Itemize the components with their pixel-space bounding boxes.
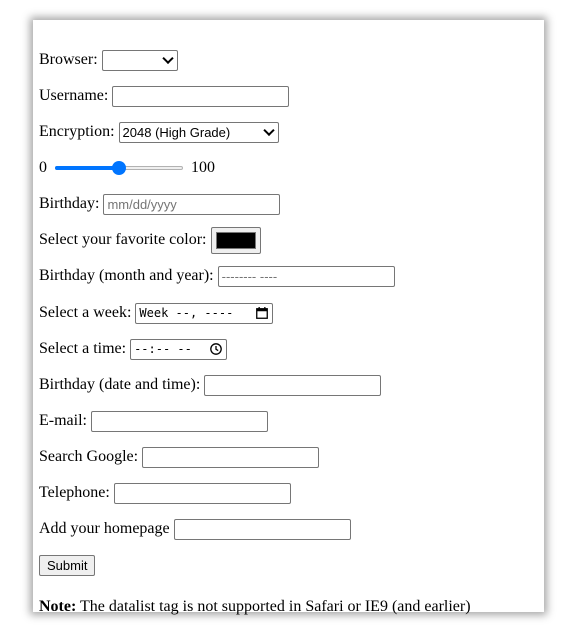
homepage-input[interactable]: [173, 518, 351, 540]
month-row: Birthday (month and year): -------- ----: [39, 264, 395, 288]
browser-select[interactable]: [101, 49, 178, 71]
homepage-label: Add your homepage: [39, 520, 170, 537]
month-input[interactable]: -------- ----: [217, 265, 395, 287]
encryption-select[interactable]: 2048 (High Grade): [118, 121, 279, 143]
color-swatch: [215, 231, 256, 249]
range-slider[interactable]: [55, 160, 183, 176]
slider-thumb[interactable]: [112, 161, 126, 175]
week-placeholder: Week --, ----: [139, 306, 234, 320]
slider-fill: [55, 166, 119, 170]
browser-label: Browser:: [39, 51, 98, 68]
telephone-input[interactable]: [113, 482, 291, 504]
color-label: Select your favorite color:: [39, 231, 207, 248]
submit-row: Submit: [39, 553, 96, 577]
time-input[interactable]: --:-- --: [130, 338, 228, 360]
datetime-input[interactable]: [204, 374, 382, 396]
username-row: Username:: [39, 84, 290, 108]
encryption-row: Encryption: 2048 (High Grade): [39, 120, 279, 144]
homepage-row: Add your homepage: [39, 517, 351, 541]
range-row: 0 100: [39, 156, 215, 180]
username-input[interactable]: [112, 85, 290, 107]
time-row: Select a time: --:-- --: [39, 337, 228, 361]
clock-icon[interactable]: [210, 343, 222, 355]
encryption-label: Encryption:: [39, 123, 115, 140]
chevron-down-icon: [262, 124, 275, 137]
encryption-select-value: 2048 (High Grade): [122, 124, 231, 140]
month-label: Birthday (month and year):: [39, 267, 214, 284]
note-bold-label: Note:: [39, 598, 77, 615]
form-panel: Browser: Username: Encryption: 2048 (Hig…: [33, 20, 544, 615]
datetime-row: Birthday (date and time):: [39, 373, 382, 397]
calendar-icon[interactable]: [256, 307, 269, 319]
time-placeholder: --:-- --: [134, 342, 192, 356]
month-placeholder: -------- ----: [221, 268, 278, 284]
color-picker[interactable]: [210, 226, 261, 254]
range-max-label: 100: [191, 159, 215, 176]
datetime-label: Birthday (date and time):: [39, 376, 201, 393]
telephone-label: Telephone:: [39, 484, 110, 501]
range-min-label: 0: [39, 159, 47, 176]
search-label: Search Google:: [39, 448, 139, 465]
color-row: Select your favorite color:: [39, 225, 261, 255]
submit-button[interactable]: Submit: [39, 554, 96, 576]
week-label: Select a week:: [39, 304, 132, 321]
browser-row: Browser:: [39, 48, 178, 72]
note-row: Note: The datalist tag is not supported …: [39, 595, 471, 619]
week-row: Select a week: Week --, ----: [39, 301, 274, 325]
email-label: E-mail:: [39, 412, 87, 429]
birthday-label: Birthday:: [39, 195, 100, 212]
search-input[interactable]: [142, 446, 320, 468]
search-row: Search Google:: [39, 445, 320, 469]
time-label: Select a time:: [39, 340, 127, 357]
birthday-date-input[interactable]: mm/dd/yyyy: [103, 193, 281, 215]
email-row: E-mail:: [39, 409, 268, 433]
username-label: Username:: [39, 87, 109, 104]
email-input[interactable]: [90, 410, 268, 432]
birthday-row: Birthday: mm/dd/yyyy: [39, 192, 281, 216]
birthday-placeholder: mm/dd/yyyy: [107, 196, 177, 212]
telephone-row: Telephone:: [39, 481, 291, 505]
chevron-down-icon: [161, 52, 174, 65]
week-input[interactable]: Week --, ----: [135, 302, 274, 324]
note-text: The datalist tag is not supported in Saf…: [76, 598, 471, 615]
